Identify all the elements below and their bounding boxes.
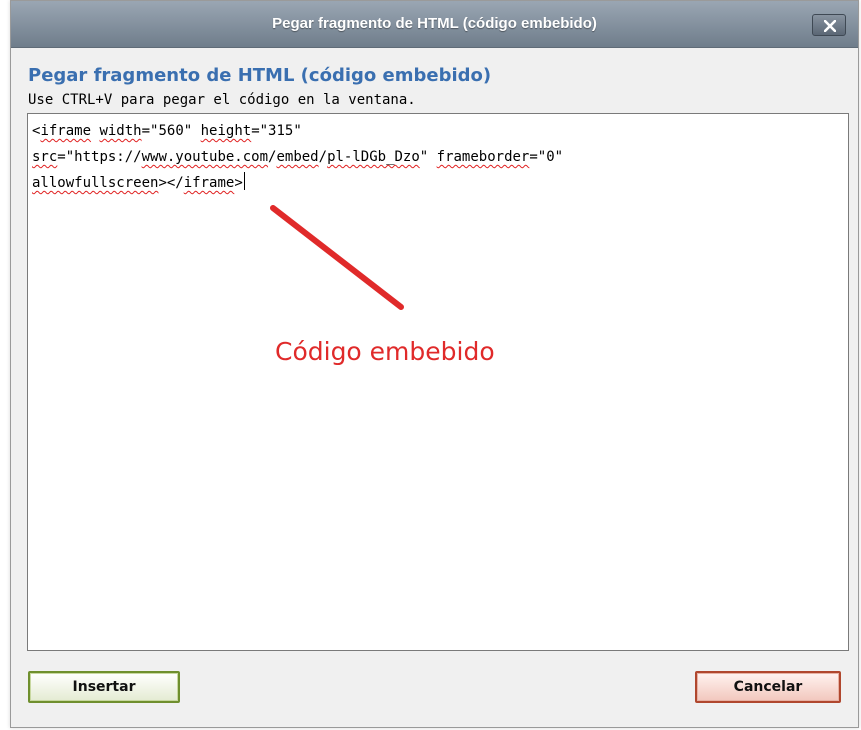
code-token: ="https:// xyxy=(57,149,142,165)
code-token: ="560" xyxy=(141,123,201,139)
code-line-1: <iframe width="560" height="315" xyxy=(32,118,844,144)
close-icon xyxy=(824,20,836,32)
close-button[interactable] xyxy=(812,14,846,36)
spellcheck-token: src xyxy=(32,149,58,165)
spellcheck-token: www.youtube.com xyxy=(141,149,269,165)
code-line-3: allowfullscreen></iframe> xyxy=(32,170,844,196)
insert-button[interactable]: Insertar xyxy=(28,671,180,703)
spellcheck-token: width xyxy=(99,123,142,139)
spellcheck-token: frameborder xyxy=(436,149,530,165)
spellcheck-token: iframe xyxy=(40,123,92,139)
paste-html-dialog: Pegar fragmento de HTML (código embebido… xyxy=(10,0,859,728)
dialog-heading: Pegar fragmento de HTML (código embebido… xyxy=(28,65,492,86)
text-caret xyxy=(243,172,245,190)
spellcheck-token: iframe xyxy=(183,175,235,191)
spellcheck-token: embed xyxy=(276,149,319,165)
annotation-label: Código embebido xyxy=(275,337,495,366)
code-token: ="315" xyxy=(251,123,302,139)
code-token: / xyxy=(318,149,328,165)
code-token: > xyxy=(234,175,243,191)
spellcheck-token: height xyxy=(200,123,252,139)
dialog-title: Pegar fragmento de HTML (código embebido… xyxy=(272,15,597,32)
cancel-button[interactable]: Cancelar xyxy=(695,671,841,703)
spellcheck-token: pl-lDGb_Dzo xyxy=(327,149,420,165)
paste-instruction: Use CTRL+V para pegar el código en la ve… xyxy=(28,92,416,108)
spellcheck-token: allowfullscreen xyxy=(32,175,159,191)
dialog-titlebar[interactable]: Pegar fragmento de HTML (código embebido… xyxy=(11,1,858,48)
html-code-textarea[interactable]: <iframe width="560" height="315" src="ht… xyxy=(27,113,849,651)
code-token: ="0" xyxy=(529,149,564,165)
annotation-pointer-line xyxy=(270,205,404,310)
code-token: " xyxy=(419,149,437,165)
code-token: ></ xyxy=(158,175,184,191)
code-line-2: src="https://www.youtube.com/embed/pl-lD… xyxy=(32,144,844,170)
